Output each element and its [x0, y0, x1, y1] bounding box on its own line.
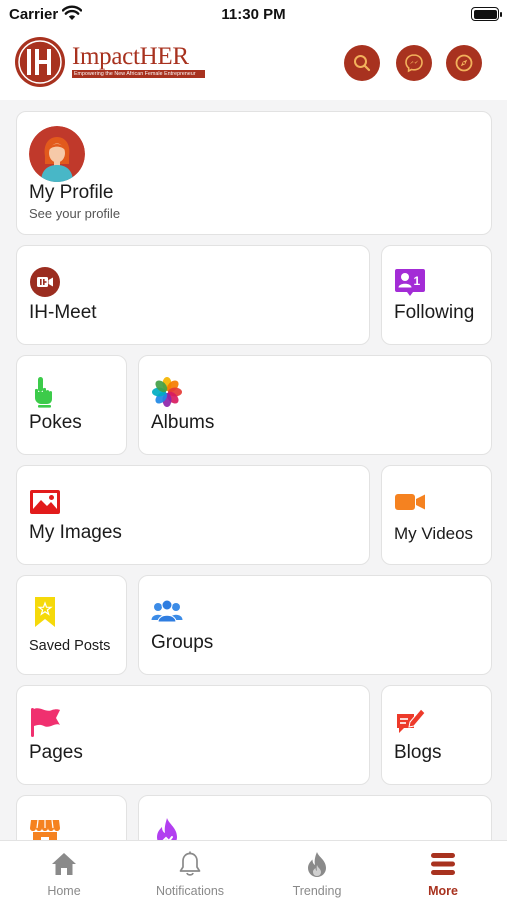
- tab-trending-label: Trending: [292, 884, 342, 898]
- tab-more-label: More: [428, 884, 458, 898]
- messenger-icon: [405, 54, 423, 73]
- tab-home-label: Home: [47, 884, 81, 898]
- albums-card[interactable]: Albums: [138, 355, 492, 455]
- tab-notifications-label: Notifications: [155, 884, 225, 898]
- following-card[interactable]: 1 Following: [381, 245, 492, 345]
- tab-trending[interactable]: Trending: [254, 841, 380, 900]
- following-icon: 1: [395, 269, 425, 296]
- ih-meet-label: IH-Meet: [29, 302, 97, 323]
- logo-icon[interactable]: [14, 36, 66, 88]
- blog-edit-icon: [397, 708, 426, 733]
- groups-icon: [151, 599, 183, 623]
- avatar: [29, 126, 85, 182]
- status-bar: Carrier 11:30 PM: [0, 0, 507, 30]
- profile-subtitle: See your profile: [29, 206, 121, 221]
- pages-label: Pages: [29, 742, 83, 763]
- groups-label: Groups: [151, 632, 214, 653]
- my-videos-label: My Videos: [394, 524, 474, 543]
- ih-meet-card[interactable]: IH-Meet: [16, 245, 370, 345]
- my-videos-card[interactable]: My Videos: [381, 465, 492, 565]
- battery-icon: [471, 7, 502, 21]
- brand-tagline: Empowering the New African Female Entrep…: [72, 70, 205, 78]
- bell-icon: [179, 851, 201, 876]
- search-button[interactable]: [344, 45, 380, 81]
- following-badge: 1: [414, 274, 421, 288]
- saved-posts-label: Saved Posts: [29, 638, 111, 654]
- tab-home[interactable]: Home: [1, 841, 127, 900]
- my-images-card[interactable]: My Images: [16, 465, 370, 565]
- following-label: Following: [394, 302, 475, 323]
- saved-posts-card[interactable]: Saved Posts: [16, 575, 127, 675]
- brand: ImpactHER Empowering the New African Fem…: [72, 44, 205, 78]
- tab-more[interactable]: More: [380, 841, 506, 900]
- menu-icon: [431, 853, 455, 875]
- groups-card[interactable]: Groups: [138, 575, 492, 675]
- clock: 11:30 PM: [221, 6, 286, 23]
- compass-icon: [455, 54, 473, 72]
- tab-bar: Home Notifications Trending More: [0, 840, 507, 900]
- bookmark-icon: [35, 597, 55, 627]
- messenger-button[interactable]: [396, 45, 432, 81]
- pokes-label: Pokes: [29, 412, 82, 433]
- poke-hand-icon: [35, 377, 52, 408]
- video-camera-icon: [395, 494, 425, 510]
- pokes-card[interactable]: Pokes: [16, 355, 127, 455]
- brand-name: ImpactHER: [72, 43, 189, 70]
- profile-name: My Profile: [29, 182, 114, 203]
- blogs-card[interactable]: Blogs: [381, 685, 492, 785]
- app-header: ImpactHER Empowering the New African Fem…: [0, 30, 507, 100]
- home-icon: [52, 853, 76, 875]
- search-icon: [354, 55, 371, 72]
- albums-label: Albums: [151, 412, 215, 433]
- pages-card[interactable]: Pages: [16, 685, 370, 785]
- video-meet-icon: [30, 267, 60, 297]
- my-profile-card[interactable]: My Profile See your profile: [16, 111, 492, 235]
- image-icon: [30, 490, 60, 514]
- albums-photos-icon: [152, 377, 182, 407]
- explore-button[interactable]: [446, 45, 482, 81]
- tab-notifications[interactable]: Notifications: [127, 841, 253, 900]
- flag-icon: [31, 708, 60, 737]
- fire-icon: [308, 852, 326, 877]
- blogs-label: Blogs: [394, 742, 442, 763]
- my-images-label: My Images: [29, 522, 122, 543]
